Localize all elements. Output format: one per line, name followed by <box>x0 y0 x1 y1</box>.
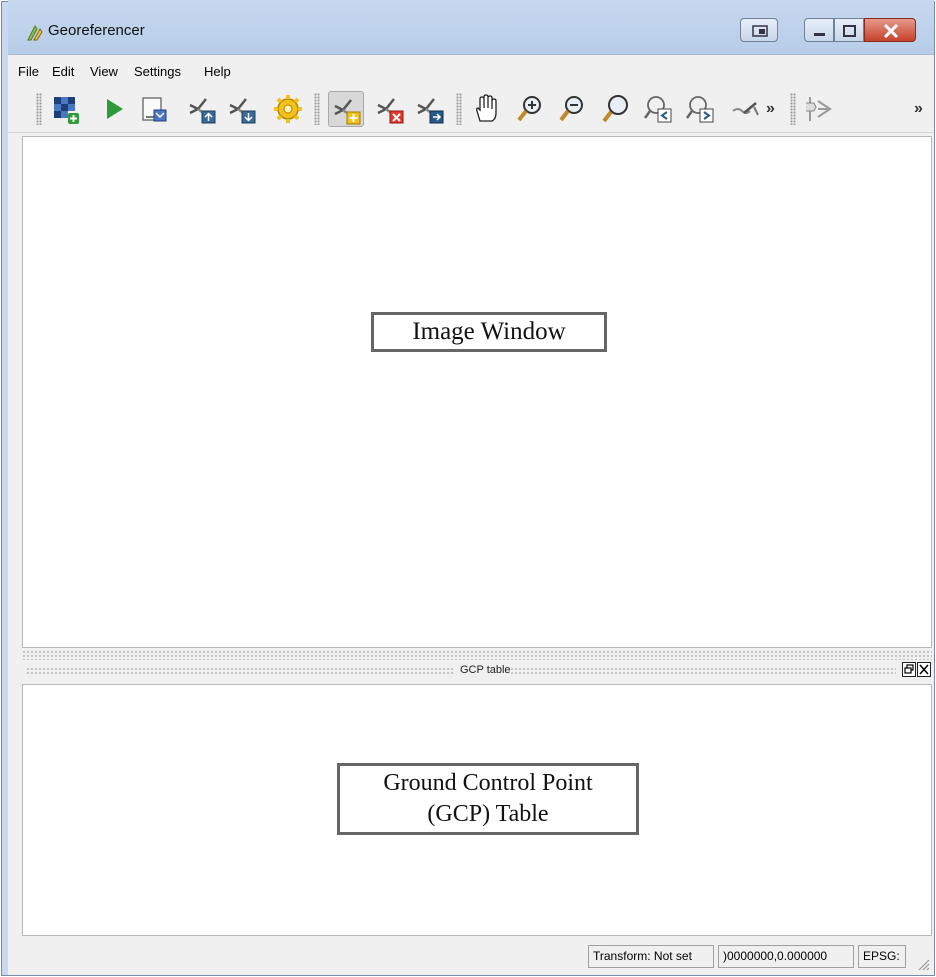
transformation-settings-button[interactable] <box>270 91 306 127</box>
pan-icon <box>476 94 497 122</box>
gcp-table-label: Ground Control Point (GCP) Table <box>337 763 639 835</box>
load-gcp-points-button[interactable] <box>184 91 220 127</box>
generate-script-icon <box>142 97 167 122</box>
menu-view[interactable]: View <box>90 64 118 79</box>
generate-script-button[interactable] <box>136 91 172 127</box>
status-bar: Transform: Not set )0000000,0.000000 EPS… <box>8 938 934 975</box>
restore-icon <box>752 25 768 37</box>
epsg-status: EPSG: <box>858 945 906 968</box>
gcp-dock-title: GCP table <box>460 664 511 676</box>
minimize-icon <box>814 33 825 36</box>
georeferencer-app-icon <box>27 25 43 41</box>
coordinate-readout: )0000000,0.000000 <box>718 945 854 968</box>
transformation-settings-icon <box>274 95 302 123</box>
pan-button[interactable] <box>468 91 504 127</box>
menu-help[interactable]: Help <box>204 64 231 79</box>
image-window-label: Image Window <box>371 312 607 352</box>
resize-grip-icon[interactable] <box>916 957 930 971</box>
toolbar-grip-3[interactable] <box>456 93 462 125</box>
gcp-table[interactable]: Ground Control Point (GCP) Table <box>22 684 932 936</box>
dock-splitter[interactable] <box>22 650 932 660</box>
zoom-to-layer-icon <box>602 95 628 123</box>
delete-point-button[interactable] <box>372 91 408 127</box>
zoom-out-icon <box>559 96 583 122</box>
link-georeferencer-button[interactable] <box>728 91 764 127</box>
menu-bar: File Edit View Settings Help <box>8 58 934 84</box>
toolbar-overflow-chevron-2[interactable]: » <box>914 100 923 118</box>
zoom-last-button[interactable] <box>640 91 676 127</box>
start-georeferencing-button[interactable] <box>96 91 132 127</box>
window-title: Georeferencer <box>48 22 145 39</box>
zoom-out-button[interactable] <box>554 91 590 127</box>
dock-grip-left <box>26 667 454 675</box>
start-georeferencing-icon <box>107 99 123 119</box>
gcp-label-line2: (GCP) Table <box>427 801 549 827</box>
toolbar-grip-2[interactable] <box>314 93 320 125</box>
dock-close-button[interactable] <box>917 662 931 677</box>
image-canvas[interactable]: Image Window <box>22 136 932 648</box>
link-qgis-icon <box>806 97 832 121</box>
title-bar[interactable]: Georeferencer <box>8 0 934 55</box>
move-gcp-point-icon <box>417 98 444 124</box>
close-icon <box>919 664 929 675</box>
minimize-button[interactable] <box>804 18 834 42</box>
zoom-next-icon <box>685 96 714 123</box>
link-qgis-button[interactable] <box>800 91 836 127</box>
zoom-last-icon <box>643 96 672 123</box>
toolbar-grip-4[interactable] <box>790 93 796 125</box>
menu-edit[interactable]: Edit <box>52 64 74 79</box>
menu-settings[interactable]: Settings <box>134 64 181 79</box>
save-gcp-points-button[interactable] <box>224 91 260 127</box>
maximize-button[interactable] <box>834 18 864 42</box>
zoom-in-icon <box>517 96 541 122</box>
maximize-icon <box>843 25 856 37</box>
gcp-dock-header[interactable]: GCP table <box>22 660 932 682</box>
open-raster-button[interactable] <box>48 91 84 127</box>
zoom-to-layer-button[interactable] <box>598 91 634 127</box>
close-icon <box>883 23 899 39</box>
toolbar: » » <box>8 86 934 133</box>
add-point-button[interactable] <box>328 91 364 127</box>
georeferencer-window: Georeferencer File Edit View Settings He… <box>8 0 934 975</box>
toolbar-overflow-chevron[interactable]: » <box>766 100 775 118</box>
zoom-next-button[interactable] <box>682 91 718 127</box>
close-button[interactable] <box>864 18 916 42</box>
toolbar-grip[interactable] <box>36 93 42 125</box>
restore-button[interactable] <box>740 18 778 42</box>
move-gcp-point-button[interactable] <box>412 91 448 127</box>
save-gcp-points-icon <box>229 98 256 124</box>
transform-status: Transform: Not set <box>588 945 714 968</box>
add-point-icon <box>334 99 361 125</box>
link-georeferencer-icon <box>732 102 759 116</box>
open-raster-icon <box>54 97 79 124</box>
dock-grip-right <box>510 667 896 675</box>
delete-point-icon <box>377 98 404 124</box>
float-window-icon <box>904 664 914 674</box>
menu-file[interactable]: File <box>18 64 39 79</box>
zoom-in-button[interactable] <box>512 91 548 127</box>
load-gcp-points-icon <box>189 98 216 124</box>
gcp-label-line1: Ground Control Point <box>383 770 593 796</box>
dock-float-button[interactable] <box>902 662 916 677</box>
